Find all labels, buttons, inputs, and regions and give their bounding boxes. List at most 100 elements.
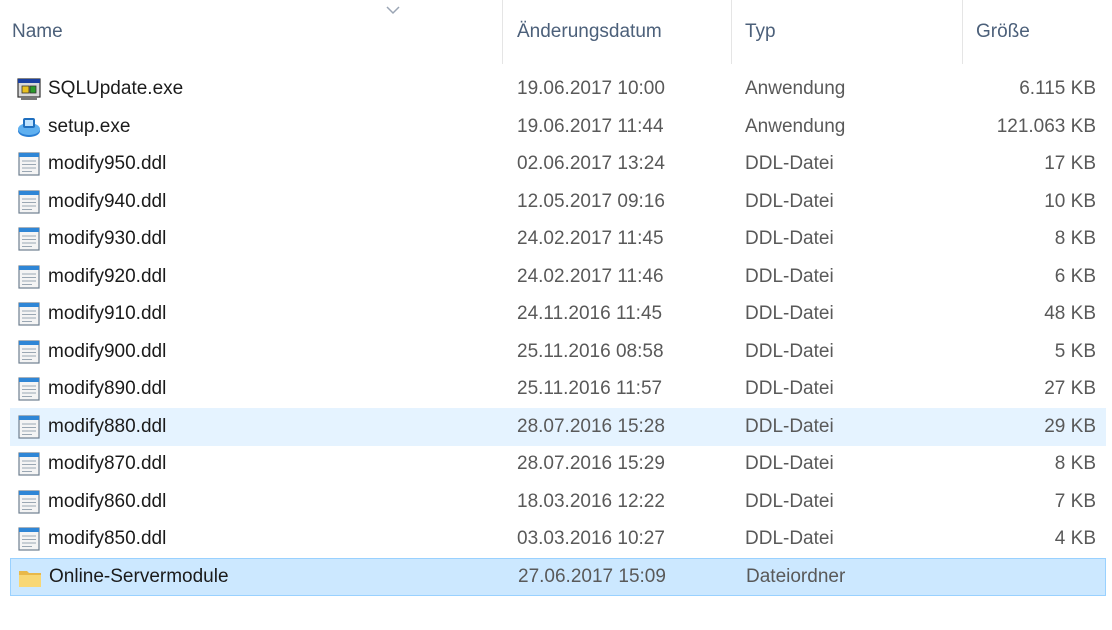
file-type: Anwendung <box>745 115 846 137</box>
file-row[interactable]: modify940.ddl 12.05.2017 09:16 DDL-Datei 10… <box>10 183 1106 221</box>
file-name-cell[interactable]: modify900.ddl <box>10 333 166 371</box>
modified-date: 19.06.2017 11:44 <box>517 115 664 137</box>
file-type: DDL-Datei <box>745 528 834 549</box>
file-name-cell[interactable]: modify940.ddl <box>10 183 166 221</box>
ddl-file-icon <box>16 376 42 402</box>
file-name: modify910.ddl <box>48 303 167 324</box>
file-name-cell[interactable]: modify950.ddl <box>10 145 166 183</box>
file-name-cell[interactable]: modify910.ddl <box>10 295 166 333</box>
file-name: modify940.ddl <box>48 190 167 212</box>
file-row[interactable]: modify880.ddl 28.07.2016 15:28 DDL-Datei 29… <box>10 407 1106 446</box>
modified-date: 28.07.2016 15:29 <box>517 453 665 474</box>
file-row[interactable]: modify950.ddl 02.06.2017 13:24 DDL-Datei 17… <box>10 145 1106 183</box>
file-type: DDL-Datei <box>745 228 834 249</box>
file-name: modify890.ddl <box>48 378 167 399</box>
file-row[interactable]: modify860.ddl 18.03.2016 12:22 DDL-Datei 7 … <box>10 483 1106 521</box>
folder-row[interactable]: Online-Servermodule 27.06.2017 15:09 Datei… <box>10 557 1106 596</box>
file-size: 8 KB <box>1054 228 1096 249</box>
column-header-type-label: Typ <box>745 21 776 42</box>
folder-icon <box>17 564 43 590</box>
file-row[interactable]: modify910.ddl 24.11.2016 11:45 DDL-Datei 48… <box>10 295 1106 333</box>
file-name-cell[interactable]: modify920.ddl <box>10 258 166 296</box>
file-name: modify920.ddl <box>48 265 167 287</box>
file-name: modify870.ddl <box>48 453 167 474</box>
file-type: DDL-Datei <box>745 490 834 512</box>
column-divider[interactable] <box>962 0 963 64</box>
file-name-cell[interactable]: Online-Servermodule <box>11 559 229 595</box>
column-divider[interactable] <box>502 0 503 64</box>
file-row[interactable]: setup.exe 19.06.2017 11:44 Anwendung 121.06… <box>10 108 1106 146</box>
file-name: modify860.ddl <box>48 490 167 512</box>
file-row[interactable]: SQLUpdate.exe 19.06.2017 10:00 Anwendung 6.… <box>10 70 1106 108</box>
file-size: 8 KB <box>1054 453 1096 474</box>
column-header-name[interactable]: Name <box>0 0 500 64</box>
file-size: 6 KB <box>1054 265 1096 287</box>
file-name-cell[interactable]: modify890.ddl <box>10 370 166 408</box>
file-name: SQLUpdate.exe <box>48 78 184 99</box>
file-row[interactable]: modify930.ddl 24.02.2017 11:45 DDL-Datei 8 … <box>10 220 1106 258</box>
file-name: modify850.ddl <box>48 528 167 549</box>
modified-date: 18.03.2016 12:22 <box>517 490 665 512</box>
ddl-file-icon <box>16 526 42 552</box>
file-row[interactable]: modify870.ddl 28.07.2016 15:29 DDL-Datei 8 … <box>10 445 1106 483</box>
modified-date: 19.06.2017 10:00 <box>517 78 665 99</box>
file-name-cell[interactable]: modify860.ddl <box>10 483 166 521</box>
ddl-file-icon <box>16 151 42 177</box>
column-header-modified[interactable]: Änderungsdatum <box>505 0 730 64</box>
file-type: Anwendung <box>745 78 846 99</box>
file-name: modify900.ddl <box>48 340 167 362</box>
modified-date: 25.11.2016 08:58 <box>517 340 664 362</box>
column-header-size[interactable]: Größe <box>964 0 1112 64</box>
file-name-cell[interactable]: modify930.ddl <box>10 220 166 258</box>
file-name-cell[interactable]: setup.exe <box>10 108 130 146</box>
modified-date: 25.11.2016 11:57 <box>517 378 663 399</box>
file-name: modify950.ddl <box>48 153 167 174</box>
file-name-cell[interactable]: modify850.ddl <box>10 520 166 558</box>
file-size: 17 KB <box>1044 153 1096 174</box>
file-type: DDL-Datei <box>745 303 834 324</box>
file-name: modify880.ddl <box>48 415 167 437</box>
ddl-file-icon <box>16 301 42 327</box>
file-type: Dateiordner <box>746 565 846 587</box>
file-size: 29 KB <box>1044 415 1096 437</box>
file-name: modify930.ddl <box>48 228 167 249</box>
modified-date: 27.06.2017 15:09 <box>518 565 666 587</box>
file-row[interactable]: modify890.ddl 25.11.2016 11:57 DDL-Datei 27… <box>10 370 1106 408</box>
ddl-file-icon <box>16 339 42 365</box>
ddl-file-icon <box>16 414 42 440</box>
file-size: 5 KB <box>1054 340 1096 362</box>
file-type: DDL-Datei <box>745 453 834 474</box>
file-size: 10 KB <box>1044 190 1096 212</box>
file-name: setup.exe <box>48 115 131 137</box>
ddl-file-icon <box>16 489 42 515</box>
file-type: DDL-Datei <box>745 340 834 362</box>
file-size: 6.115 KB <box>1019 78 1096 99</box>
sort-chevron-down-icon <box>386 6 400 15</box>
ddl-file-icon <box>16 264 42 290</box>
column-header-type[interactable]: Typ <box>733 0 961 64</box>
file-type: DDL-Datei <box>745 153 834 174</box>
file-size: 27 KB <box>1044 378 1096 399</box>
file-row[interactable]: modify850.ddl 03.03.2016 10:27 DDL-Datei 4 … <box>10 520 1106 558</box>
setup-exe-icon <box>16 114 42 140</box>
ddl-file-icon <box>16 189 42 215</box>
column-divider[interactable] <box>731 0 732 64</box>
file-name-cell[interactable]: modify880.ddl <box>10 408 166 446</box>
file-size: 48 KB <box>1044 303 1096 324</box>
file-size: 121.063 KB <box>996 115 1096 137</box>
file-type: DDL-Datei <box>745 190 834 212</box>
modified-date: 12.05.2017 09:16 <box>517 190 665 212</box>
file-row[interactable]: modify900.ddl 25.11.2016 08:58 DDL-Datei 5 … <box>10 333 1106 371</box>
file-row[interactable]: modify920.ddl 24.02.2017 11:46 DDL-Datei 6 … <box>10 258 1106 296</box>
file-size: 4 KB <box>1054 528 1096 549</box>
column-header-modified-label: Änderungsdatum <box>517 21 662 42</box>
column-header-name-label: Name <box>12 21 63 42</box>
file-type: DDL-Datei <box>745 378 834 399</box>
modified-date: 03.03.2016 10:27 <box>517 528 665 549</box>
file-name-cell[interactable]: modify870.ddl <box>10 445 166 483</box>
modified-date: 02.06.2017 13:24 <box>517 153 665 174</box>
column-header-size-label: Größe <box>976 21 1030 42</box>
file-name-cell[interactable]: SQLUpdate.exe <box>10 70 183 108</box>
file-type: DDL-Datei <box>745 265 834 287</box>
file-type: DDL-Datei <box>745 415 834 437</box>
